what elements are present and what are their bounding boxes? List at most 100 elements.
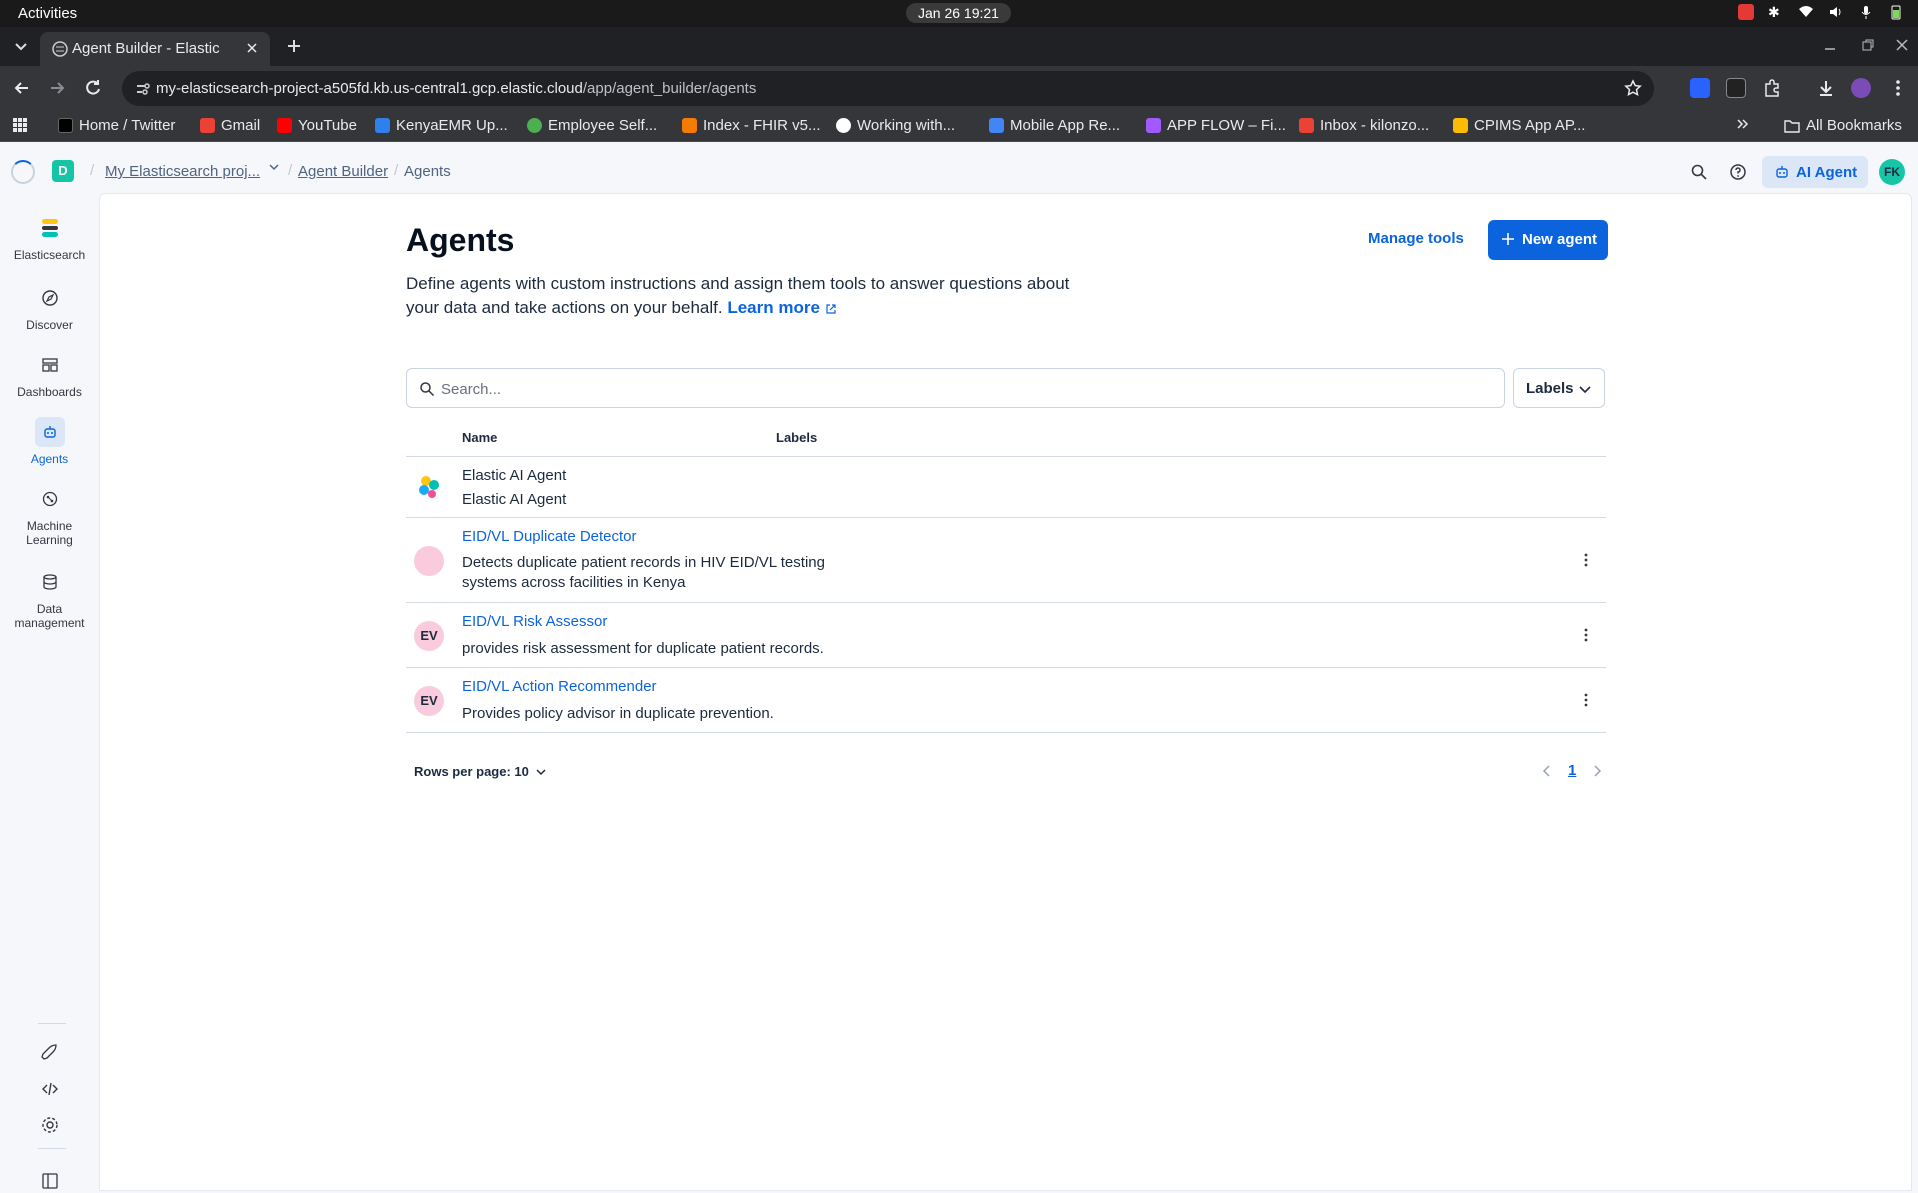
table-row[interactable]: EV EID/VL Risk Assessor provides risk as… xyxy=(406,603,1606,668)
site-settings-icon[interactable] xyxy=(134,80,152,98)
app-header: D / My Elasticsearch proj... / Agent Bui… xyxy=(0,151,1918,193)
clock[interactable]: Jan 26 19:21 xyxy=(906,3,1011,23)
bookmark-home-twitter[interactable]: Home / Twitter xyxy=(58,117,175,134)
agent-description: Provides policy advisor in duplicate pre… xyxy=(462,705,774,722)
close-icon[interactable] xyxy=(244,40,260,56)
nav-item-label: Discover xyxy=(26,318,73,332)
previous-page-icon[interactable] xyxy=(1540,764,1554,778)
bookmark-inbox[interactable]: Inbox - kilonzo... xyxy=(1299,117,1429,134)
ai-agent-button[interactable]: AI Agent xyxy=(1762,156,1868,188)
gear-icon[interactable] xyxy=(40,1115,60,1135)
table-row[interactable]: EID/VL Duplicate Detector Detects duplic… xyxy=(406,518,1606,603)
back-icon[interactable] xyxy=(12,78,32,98)
tab-search-icon[interactable] xyxy=(10,35,32,57)
manage-tools-link[interactable]: Manage tools xyxy=(1368,230,1464,247)
bookmark-label: Gmail xyxy=(221,117,261,134)
folder-icon xyxy=(1784,119,1800,133)
nav-item-data-management[interactable]: Data management xyxy=(0,567,99,630)
chevron-down-icon xyxy=(1578,382,1592,396)
agent-name-link[interactable]: EID/VL Duplicate Detector xyxy=(462,528,637,545)
next-page-icon[interactable] xyxy=(1590,764,1604,778)
page-number[interactable]: 1 xyxy=(1568,762,1576,779)
wifi-icon[interactable] xyxy=(1798,4,1814,20)
collapse-nav-icon[interactable] xyxy=(40,1171,60,1191)
external-link-icon xyxy=(825,303,837,315)
url-host: my-elasticsearch-project-a505fd.kb.us-ce… xyxy=(156,80,583,97)
bookmark-youtube[interactable]: YouTube xyxy=(277,117,357,134)
table-row[interactable]: EV EID/VL Action Recommender Provides po… xyxy=(406,668,1606,733)
download-icon[interactable] xyxy=(1816,78,1836,98)
side-navigation: Elasticsearch Discover Dashboards Agents… xyxy=(0,193,99,1193)
search-icon[interactable] xyxy=(1690,163,1708,181)
labels-filter-button[interactable]: Labels xyxy=(1513,368,1605,408)
agent-name-link[interactable]: EID/VL Action Recommender xyxy=(462,678,657,695)
machine-learning-icon xyxy=(35,484,65,514)
search-icon xyxy=(419,381,435,397)
bookmark-label: Employee Self... xyxy=(548,117,658,134)
more-bookmarks-icon[interactable] xyxy=(1736,117,1750,131)
apps-grid-icon[interactable] xyxy=(12,117,28,133)
volume-icon[interactable] xyxy=(1828,4,1844,20)
agent-name-link[interactable]: EID/VL Risk Assessor xyxy=(462,613,607,630)
slack-icon[interactable]: ✱ xyxy=(1768,4,1784,20)
minimize-icon[interactable] xyxy=(1822,37,1838,53)
nav-item-machine-learning[interactable]: Machine Learning xyxy=(0,484,99,547)
nav-item-discover[interactable]: Discover xyxy=(0,283,99,332)
battery-icon[interactable] xyxy=(1888,4,1904,20)
system-tray[interactable]: ✱ xyxy=(1738,4,1904,20)
restore-icon[interactable] xyxy=(1860,37,1876,53)
search-input[interactable] xyxy=(441,377,1481,401)
bookmark-cpims[interactable]: CPIMS App AP... xyxy=(1453,117,1585,134)
extensions-puzzle-icon[interactable] xyxy=(1762,78,1782,98)
ai-agent-label: AI Agent xyxy=(1796,164,1858,181)
chevron-down-icon[interactable] xyxy=(268,161,280,173)
tab-agent-builder[interactable]: Agent Builder - Elastic xyxy=(40,32,270,66)
code-icon[interactable] xyxy=(40,1079,60,1099)
bookmark-employee-self[interactable]: Employee Self... xyxy=(527,117,657,134)
bookmark-app-flow[interactable]: APP FLOW – Fi... xyxy=(1146,117,1286,134)
new-agent-button[interactable]: New agent xyxy=(1488,220,1608,260)
activities-button[interactable]: Activities xyxy=(18,5,77,22)
nav-item-label: Data management xyxy=(14,602,85,630)
extension-icon[interactable] xyxy=(1726,78,1746,98)
reload-icon[interactable] xyxy=(83,78,103,98)
learn-more-link[interactable]: Learn more xyxy=(727,298,836,317)
agent-avatar: EV xyxy=(414,621,444,651)
nav-item-agents[interactable]: Agents xyxy=(0,417,99,466)
bookmark-working-with[interactable]: Working with... xyxy=(836,117,955,134)
help-icon[interactable] xyxy=(1729,163,1747,181)
new-tab-icon[interactable] xyxy=(284,36,304,56)
profile-avatar-icon[interactable] xyxy=(1851,78,1871,98)
nav-elasticsearch-home[interactable]: Elasticsearch xyxy=(0,213,99,262)
address-bar[interactable]: my-elasticsearch-project-a505fd.kb.us-ce… xyxy=(122,71,1654,106)
gmail-icon xyxy=(200,118,215,133)
row-actions-icon[interactable] xyxy=(1578,552,1594,568)
search-field[interactable] xyxy=(406,368,1505,408)
elasticsearch-logo-icon xyxy=(35,213,65,243)
bookmark-mobile-app[interactable]: Mobile App Re... xyxy=(989,117,1120,134)
bookmark-fhir[interactable]: Index - FHIR v5... xyxy=(682,117,821,134)
bookmark-star-icon[interactable] xyxy=(1624,79,1642,97)
breadcrumb-project[interactable]: My Elasticsearch proj... xyxy=(105,163,260,180)
forward-icon[interactable] xyxy=(47,78,67,98)
window-close-icon[interactable] xyxy=(1894,37,1910,53)
menu-kebab-icon[interactable] xyxy=(1888,78,1908,98)
row-actions-icon[interactable] xyxy=(1578,627,1594,643)
zoom-extension-icon[interactable] xyxy=(1690,78,1710,98)
bookmark-kenyaemr[interactable]: KenyaEMR Up... xyxy=(375,117,508,134)
microphone-icon[interactable] xyxy=(1858,4,1874,20)
all-bookmarks[interactable]: All Bookmarks xyxy=(1784,117,1902,134)
screen-record-icon[interactable] xyxy=(1738,4,1754,20)
bookmark-gmail[interactable]: Gmail xyxy=(200,117,260,134)
rows-per-page-button[interactable]: Rows per page: 10 xyxy=(414,764,547,779)
all-bookmarks-label: All Bookmarks xyxy=(1806,117,1902,134)
space-avatar[interactable]: D xyxy=(52,160,74,182)
nav-item-dashboards[interactable]: Dashboards xyxy=(0,350,99,399)
nav-brand-label: Elasticsearch xyxy=(13,248,86,262)
column-header-name[interactable]: Name xyxy=(462,430,497,445)
breadcrumb-agent-builder[interactable]: Agent Builder xyxy=(298,163,388,180)
row-actions-icon[interactable] xyxy=(1578,692,1594,708)
user-avatar[interactable]: FK xyxy=(1879,159,1905,185)
rocket-icon[interactable] xyxy=(40,1043,60,1063)
table-row[interactable]: Elastic AI Agent Elastic AI Agent xyxy=(406,457,1606,518)
